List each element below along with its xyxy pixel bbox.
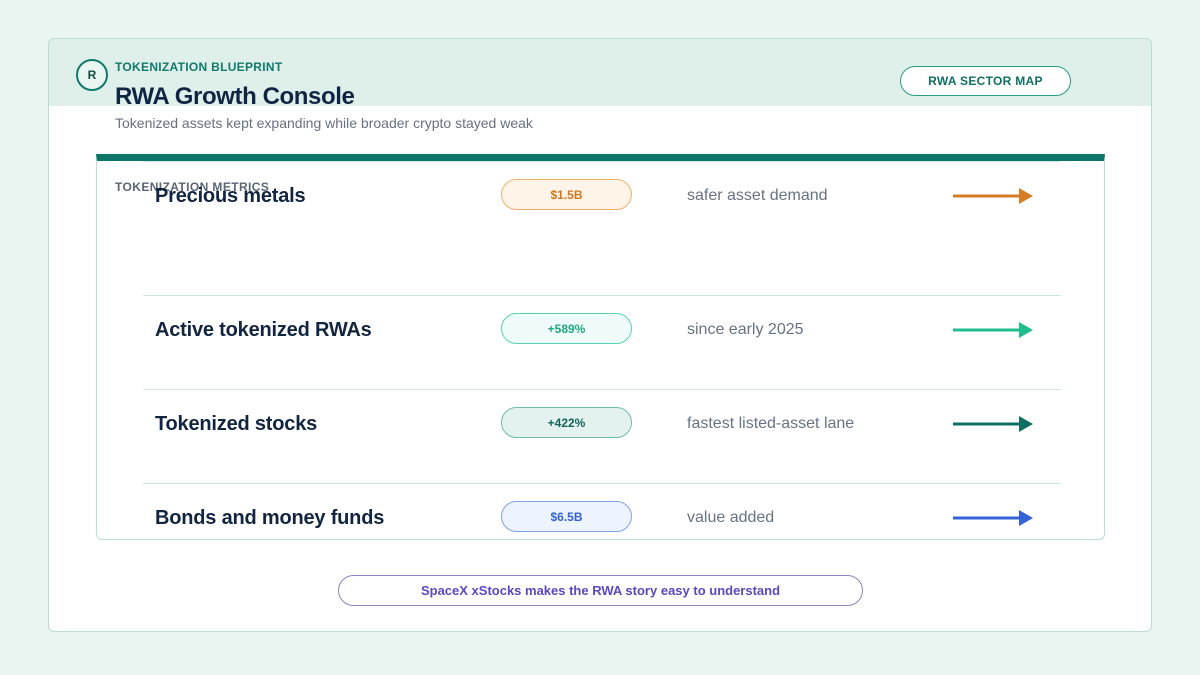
metric-label: Bonds and money funds [155, 507, 385, 529]
metric-row-bonds-money-funds: Bonds and money funds $6.5B value added [143, 483, 1061, 539]
metric-note: fastest listed-asset lane [687, 415, 855, 432]
metric-badge: $1.5B [501, 179, 632, 210]
metric-row-precious-metals: Precious metals $1.5B safer asset demand [143, 161, 1061, 255]
metric-label: Precious metals [155, 185, 306, 207]
metric-label: Tokenized stocks [155, 413, 318, 435]
metric-row-tokenized-stocks: Tokenized stocks +422% fastest listed-as… [143, 389, 1061, 483]
metric-note: safer asset demand [687, 187, 828, 204]
metric-badge: $6.5B [501, 501, 632, 532]
kicker-label: TOKENIZATION BLUEPRINT [115, 60, 283, 74]
arrow-right-icon [953, 188, 1033, 204]
brand-logo: R [76, 59, 108, 91]
metric-note: value added [687, 509, 775, 526]
growth-console-card: R TOKENIZATION BLUEPRINT RWA Growth Cons… [48, 38, 1152, 632]
page-title: RWA Growth Console [115, 83, 355, 110]
metric-label: Active tokenized RWAs [155, 319, 372, 341]
metric-row-active-tokenized-rwas: Active tokenized RWAs +589% since early … [143, 295, 1061, 389]
metric-badge: +589% [501, 313, 632, 344]
spacex-xstocks-button[interactable]: SpaceX xStocks makes the RWA story easy … [338, 575, 863, 606]
metric-note: since early 2025 [687, 321, 804, 338]
tokenization-metrics-panel: TOKENIZATION METRICS Active tokenized RW… [96, 154, 1105, 540]
arrow-right-icon [953, 510, 1033, 526]
rwa-sector-map-button[interactable]: RWA SECTOR MAP [900, 66, 1071, 96]
metric-badge: +422% [501, 407, 632, 438]
arrow-right-icon [953, 322, 1033, 338]
arrow-right-icon [953, 416, 1033, 432]
page-subtitle: Tokenized assets kept expanding while br… [115, 115, 533, 131]
